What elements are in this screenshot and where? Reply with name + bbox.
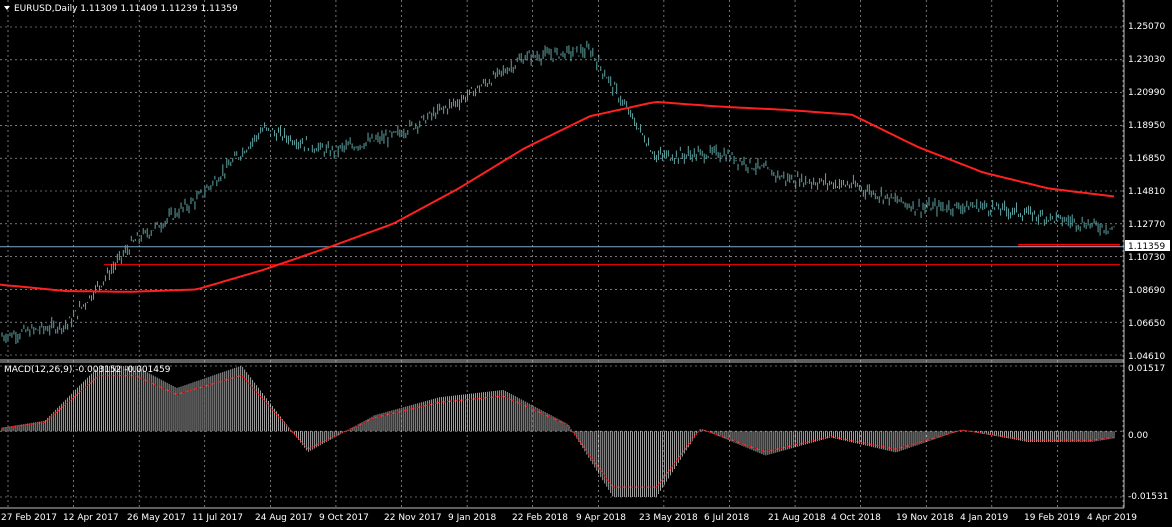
time-tick: 4 Oct 2018 (831, 513, 881, 523)
price-tick: 1.14810 (1128, 187, 1165, 197)
price-tick: 1.10730 (1128, 253, 1165, 263)
macd-tick: -0.01531 (1128, 492, 1168, 502)
time-tick: 21 Aug 2018 (768, 513, 826, 523)
time-tick: 19 Nov 2018 (896, 513, 954, 523)
chart-background (0, 0, 1172, 527)
time-tick: 12 Apr 2017 (63, 513, 119, 523)
macd-tick: 0.00 (1128, 431, 1148, 441)
time-tick: 26 May 2017 (127, 513, 186, 523)
price-tick: 1.12770 (1128, 220, 1165, 230)
time-tick: 6 Jul 2018 (704, 513, 749, 523)
time-tick: 9 Jan 2018 (448, 513, 496, 523)
macd-title: MACD(12,26,9) -0.003152 -0.001459 (4, 365, 171, 375)
price-tick: 1.18950 (1128, 121, 1165, 131)
time-tick: 27 Feb 2017 (1, 513, 57, 523)
price-tick: 1.08690 (1128, 286, 1165, 296)
price-tick: 1.20990 (1128, 88, 1165, 98)
price-tick: 1.04610 (1128, 352, 1165, 362)
price-tick: 1.25070 (1128, 22, 1165, 32)
macd-tick: 0.01517 (1128, 364, 1165, 374)
time-tick: 22 Nov 2017 (384, 513, 442, 523)
price-tick: 1.16850 (1128, 154, 1165, 164)
price-tick: 1.23030 (1128, 55, 1165, 65)
time-tick: 11 Jul 2017 (192, 513, 243, 523)
time-tick: 4 Jan 2019 (960, 513, 1008, 523)
chart-canvas[interactable]: EURUSD,Daily 1.11309 1.11409 1.11239 1.1… (0, 0, 1172, 527)
time-tick: 9 Oct 2017 (319, 513, 369, 523)
current-price-label: 1.11359 (1128, 242, 1165, 252)
price-tick: 1.06650 (1128, 319, 1165, 329)
time-tick: 22 Feb 2018 (512, 513, 568, 523)
time-tick: 24 Aug 2017 (255, 513, 313, 523)
time-tick: 9 Apr 2018 (576, 513, 626, 523)
symbol-info: EURUSD,Daily 1.11309 1.11409 1.11239 1.1… (14, 4, 238, 14)
time-tick: 23 May 2018 (639, 513, 698, 523)
time-tick: 4 Apr 2019 (1087, 513, 1137, 523)
time-tick: 19 Feb 2019 (1024, 513, 1080, 523)
